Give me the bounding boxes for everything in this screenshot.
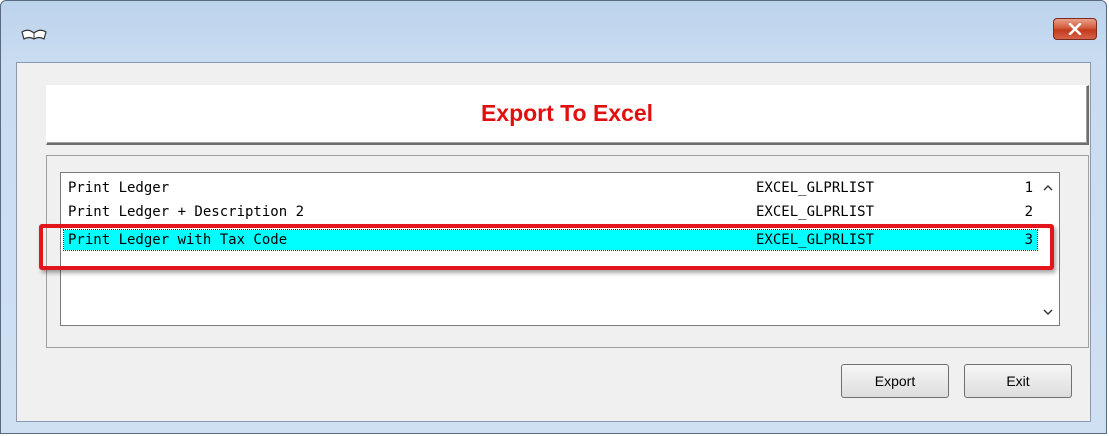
list-item-number: 1 xyxy=(1024,180,1033,196)
close-button[interactable] xyxy=(1053,18,1097,40)
exit-button-label: Exit xyxy=(1006,373,1030,389)
list-item-code: EXCEL_GLPRLIST xyxy=(756,180,875,196)
list-item-name: Print Ledger + Description 2 xyxy=(68,204,305,220)
list-item[interactable]: Print Ledger EXCEL_GLPRLIST 1 xyxy=(64,178,1037,198)
list-item-code: EXCEL_GLPRLIST xyxy=(756,204,875,220)
export-button[interactable]: Export xyxy=(841,364,949,398)
selection-highlight-annotation xyxy=(39,224,1054,270)
title-bar[interactable] xyxy=(1,1,1106,63)
scroll-down-icon[interactable] xyxy=(1041,305,1055,319)
exit-button[interactable]: Exit xyxy=(964,364,1072,398)
list-item-number: 2 xyxy=(1024,204,1033,220)
header-panel: Export To Excel xyxy=(46,85,1089,145)
book-icon xyxy=(21,29,47,40)
export-button-label: Export xyxy=(874,373,916,389)
scroll-up-icon[interactable] xyxy=(1041,181,1055,195)
page-title: Export To Excel xyxy=(480,100,654,126)
list-item[interactable]: Print Ledger + Description 2 EXCEL_GLPRL… xyxy=(64,202,1037,222)
close-icon xyxy=(1068,23,1082,35)
list-item-name: Print Ledger xyxy=(68,180,170,196)
